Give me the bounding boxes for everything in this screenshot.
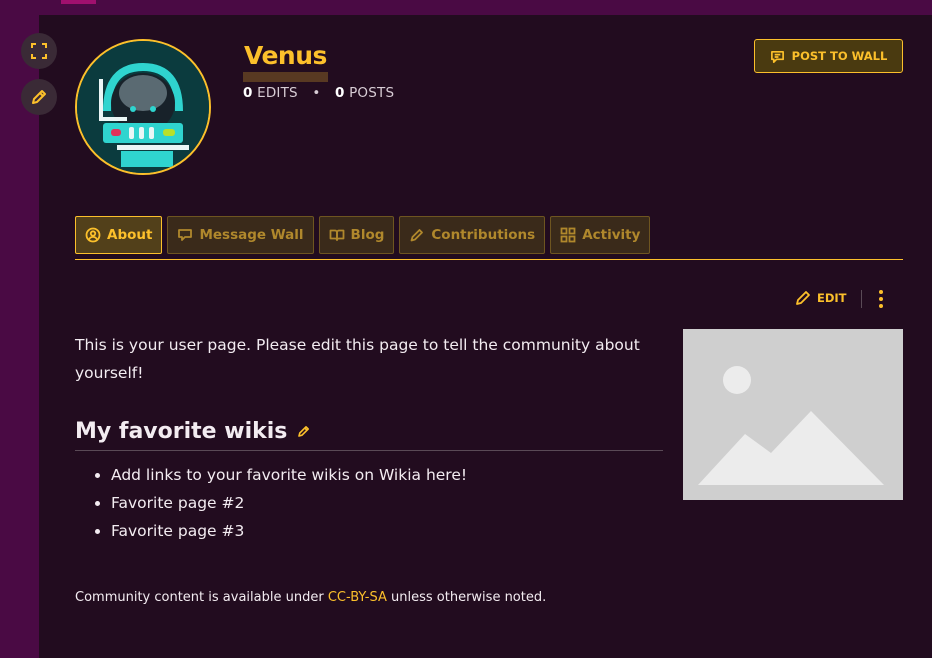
tab-activity[interactable]: Activity	[550, 216, 651, 254]
tab-contributions-label: Contributions	[431, 227, 536, 243]
pencil-icon	[796, 291, 810, 305]
tab-about-label: About	[107, 227, 153, 243]
profile-tabs: About Message Wall Blog Contributions Ac…	[75, 216, 903, 260]
post-to-wall-button[interactable]: POST TO WALL	[754, 39, 903, 73]
user-stats: 0 EDITS • 0 POSTS	[243, 85, 394, 101]
stats-separator: •	[312, 85, 321, 101]
tab-blog-label: Blog	[350, 227, 385, 243]
edits-label: EDITS	[257, 85, 298, 101]
edit-tool-button[interactable]	[21, 79, 57, 115]
grid-icon	[560, 227, 576, 243]
edit-page-label: EDIT	[817, 291, 847, 305]
tab-message-wall-label: Message Wall	[199, 227, 304, 243]
open-book-icon	[329, 229, 344, 241]
license-notice: Community content is available under CC-…	[75, 590, 546, 605]
license-link[interactable]: CC-BY-SA	[328, 590, 387, 605]
image-placeholder	[683, 329, 903, 500]
pencil-icon	[410, 229, 424, 242]
favorite-wikis-list: Add links to your favorite wikis on Wiki…	[75, 461, 467, 545]
expand-icon	[31, 43, 47, 59]
list-item: Add links to your favorite wikis on Wiki…	[111, 461, 467, 489]
user-circle-icon	[85, 227, 101, 243]
tab-about[interactable]: About	[75, 216, 163, 254]
tab-blog[interactable]: Blog	[318, 216, 395, 254]
intro-text: This is your user page. Please edit this…	[75, 336, 640, 382]
tab-message-wall[interactable]: Message Wall	[167, 216, 314, 254]
kebab-menu-icon	[879, 290, 883, 308]
side-toolbar	[21, 33, 57, 125]
more-actions-button[interactable]	[873, 288, 889, 310]
speech-bubble-icon	[178, 229, 193, 241]
post-to-wall-label: POST TO WALL	[791, 49, 888, 63]
section-title: My favorite wikis	[75, 418, 288, 444]
posts-label: POSTS	[349, 85, 395, 101]
user-name: Venus	[243, 40, 328, 82]
favorite-wikis-heading: My favorite wikis	[75, 412, 663, 451]
action-divider	[861, 290, 862, 308]
tab-contributions[interactable]: Contributions	[399, 216, 546, 254]
posts-count: 0	[335, 85, 345, 101]
tab-activity-label: Activity	[582, 227, 641, 243]
fullscreen-button[interactable]	[21, 33, 57, 69]
license-prefix: Community content is available under	[75, 590, 328, 605]
list-item: Favorite page #3	[111, 517, 467, 545]
license-suffix: unless otherwise noted.	[386, 590, 547, 605]
top-accent-bar	[61, 0, 96, 4]
speech-bubble-icon	[770, 50, 784, 63]
list-item: Favorite page #2	[111, 489, 467, 517]
edits-count: 0	[243, 85, 253, 101]
edit-section-icon[interactable]	[297, 424, 311, 438]
pencil-icon	[32, 90, 46, 104]
edit-page-button[interactable]: EDIT	[794, 289, 847, 307]
user-avatar[interactable]	[75, 39, 211, 175]
landscape-placeholder-icon	[683, 329, 903, 500]
robot-astronaut-icon	[77, 41, 209, 173]
